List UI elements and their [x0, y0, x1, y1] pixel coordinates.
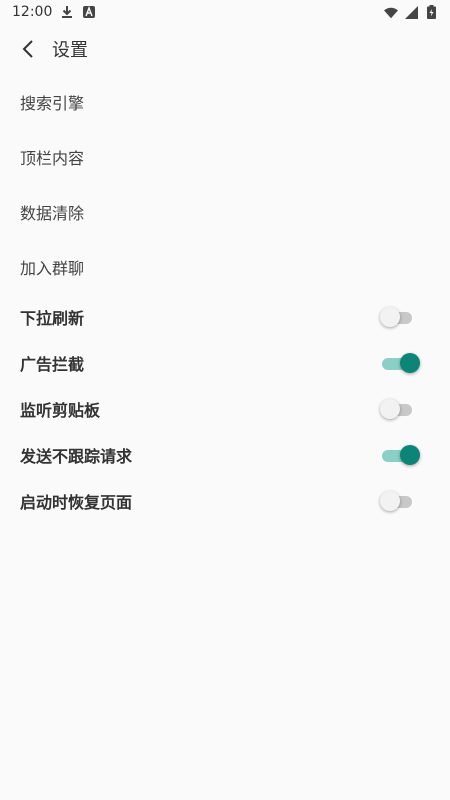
- setting-label: 发送不跟踪请求: [20, 447, 133, 466]
- status-time: 12:00: [12, 4, 53, 20]
- restore-pages-toggle[interactable]: [380, 489, 420, 513]
- status-bar: 12:00: [0, 0, 450, 24]
- page-title: 设置: [52, 40, 88, 61]
- app-bar: 设置: [0, 24, 450, 74]
- setting-join-group[interactable]: 加入群聊: [0, 239, 450, 294]
- setting-label: 下拉刷新: [20, 309, 85, 328]
- switch-thumb: [380, 491, 400, 511]
- setting-restore-pages: 启动时恢复页面: [0, 478, 450, 524]
- back-button[interactable]: [8, 29, 48, 69]
- setting-clear-data[interactable]: 数据清除: [0, 184, 450, 239]
- do-not-track-toggle[interactable]: [380, 443, 420, 467]
- setting-label: 广告拦截: [20, 355, 85, 374]
- setting-clipboard-monitor: 监听剪贴板: [0, 386, 450, 432]
- clipboard-monitor-toggle[interactable]: [380, 397, 420, 421]
- switch-thumb: [380, 399, 400, 419]
- settings-list: 搜索引擎 顶栏内容 数据清除 加入群聊 下拉刷新 广告拦截 监听剪贴板 发送不跟…: [0, 74, 450, 524]
- pull-to-refresh-toggle[interactable]: [380, 305, 420, 329]
- setting-label: 加入群聊: [20, 258, 85, 278]
- setting-label: 数据清除: [20, 203, 85, 223]
- download-icon: [60, 5, 74, 19]
- setting-search-engine[interactable]: 搜索引擎: [0, 74, 450, 129]
- setting-label: 监听剪贴板: [20, 401, 101, 420]
- signal-icon: [404, 5, 418, 19]
- setting-pull-to-refresh: 下拉刷新: [0, 294, 450, 340]
- setting-ad-block: 广告拦截: [0, 340, 450, 386]
- ad-block-toggle[interactable]: [380, 351, 420, 375]
- setting-do-not-track: 发送不跟踪请求: [0, 432, 450, 478]
- wifi-icon: [384, 5, 398, 19]
- setting-label: 顶栏内容: [20, 148, 85, 168]
- switch-thumb: [400, 353, 420, 373]
- status-left: 12:00: [12, 4, 96, 20]
- text-a-icon: [82, 5, 96, 19]
- setting-label: 启动时恢复页面: [20, 493, 133, 512]
- setting-label: 搜索引擎: [20, 93, 85, 113]
- switch-thumb: [400, 445, 420, 465]
- switch-thumb: [380, 307, 400, 327]
- status-right: [384, 5, 438, 19]
- settings-screen: 12:00 设置 搜索引擎 顶栏内容 数据清除 加入群聊 下拉刷新 广告拦截 监…: [0, 0, 450, 800]
- battery-icon: [424, 5, 438, 19]
- chevron-left-icon: [22, 40, 33, 58]
- setting-topbar-content[interactable]: 顶栏内容: [0, 129, 450, 184]
